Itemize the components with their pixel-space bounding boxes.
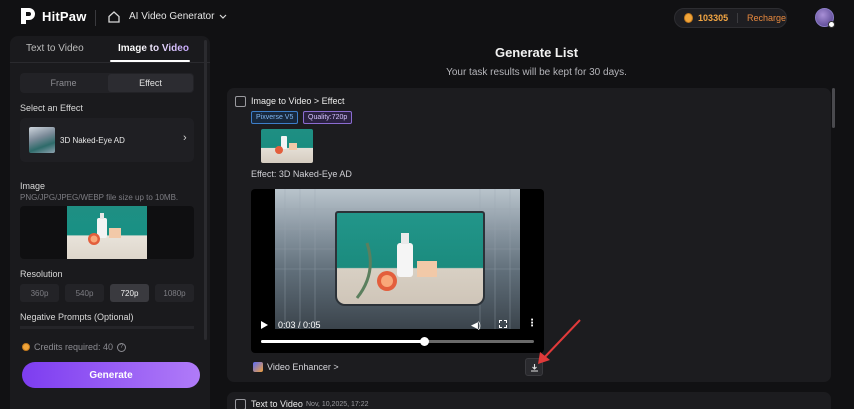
image-upload-area[interactable]: [20, 206, 194, 259]
video-time: 0:03 / 0:05: [278, 320, 321, 330]
source-image-thumbnail[interactable]: [261, 129, 313, 163]
home-icon[interactable]: [107, 10, 121, 24]
logo-text: HitPaw: [42, 8, 87, 24]
resolution-360p[interactable]: 360p: [20, 284, 59, 302]
recharge-link[interactable]: Recharge: [747, 13, 786, 23]
negative-prompts-input[interactable]: [20, 326, 194, 329]
credits-required-text: Credits required: 40: [34, 342, 114, 352]
hitpaw-logo-icon: [21, 8, 35, 24]
quality-badge: Quality:720p: [303, 111, 353, 124]
resolution-label: Resolution: [20, 269, 63, 279]
page-subtitle: Your task results will be kept for 30 da…: [446, 67, 627, 78]
image-to-video-icon: [235, 96, 246, 107]
uploaded-image-preview: [67, 206, 147, 259]
select-effect-label: Select an Effect: [20, 103, 83, 113]
effect-name: 3D Naked-Eye AD: [60, 136, 125, 145]
top-bar: HitPaw AI Video Generator 103305 Recharg…: [0, 0, 854, 36]
text-to-video-icon: [235, 399, 246, 409]
effect-selector[interactable]: 3D Naked-Eye AD ›: [20, 118, 194, 162]
video-controls: 0:03 / 0:05 ◀) ⋮: [251, 315, 544, 353]
task-timestamp: Nov, 10,2025, 17:22: [306, 401, 369, 408]
page-title: Generate List: [494, 45, 579, 60]
resolution-options: 360p 540p 720p 1080p: [20, 284, 194, 302]
video-progress-knob[interactable]: [420, 337, 430, 346]
effect-thumbnail: [29, 127, 55, 153]
annotation-arrow-icon: [538, 319, 581, 364]
model-badge: Pixverse V5: [251, 111, 299, 124]
task-effect: Effect: 3D Naked-Eye AD: [251, 169, 352, 179]
image-label: Image: [20, 181, 46, 191]
generate-button[interactable]: Generate: [22, 362, 200, 388]
volume-icon[interactable]: ◀): [471, 320, 481, 331]
play-icon[interactable]: [261, 321, 268, 329]
video-enhancer-icon: [253, 362, 263, 372]
product-bottle-icon: [275, 136, 297, 154]
image-hint: PNG/JPG/JPEG/WEBP file size up to 10MB.: [20, 193, 179, 202]
coin-icon: [22, 343, 30, 351]
video-player[interactable]: 0:03 / 0:05 ◀) ⋮: [251, 189, 544, 353]
task-title: Text to Video: [251, 399, 303, 409]
coin-icon: [684, 13, 694, 23]
negative-prompts-label: Negative Prompts (Optional): [20, 312, 134, 322]
mode-frame-button[interactable]: Frame: [20, 73, 107, 93]
list-scrollbar[interactable]: [832, 88, 835, 128]
mode-effect-button[interactable]: Effect: [108, 74, 193, 92]
resolution-540p[interactable]: 540p: [65, 284, 104, 302]
app-title: AI Video Generator: [129, 11, 215, 22]
resolution-720p[interactable]: 720p: [110, 284, 149, 302]
resolution-1080p[interactable]: 1080p: [155, 284, 194, 302]
tabs-divider: [10, 62, 210, 63]
task-card: Image to Video > Effect Pixverse V5 Qual…: [227, 88, 831, 382]
billboard-screen: [335, 211, 485, 306]
video-progress-fill: [261, 340, 425, 343]
avatar-badge-icon: [828, 21, 835, 28]
video-enhancer-link[interactable]: Video Enhancer >: [267, 362, 339, 372]
app-switcher[interactable]: AI Video Generator: [129, 11, 227, 22]
chevron-down-icon: [220, 14, 227, 19]
chevron-right-icon: ›: [183, 132, 187, 144]
tab-image-to-video-label: Image to Video: [118, 43, 189, 54]
product-bottle-icon: [88, 213, 121, 245]
header-divider: [95, 10, 96, 26]
credits-pill[interactable]: 103305 Recharge: [674, 8, 787, 28]
credits-required: Credits required: 40 ?: [22, 342, 127, 352]
task-title: Image to Video > Effect: [251, 96, 345, 106]
mode-segmented-control: Frame Effect: [20, 73, 194, 93]
product-bottle-icon: [355, 233, 437, 299]
logo[interactable]: HitPaw: [20, 7, 87, 25]
pill-divider: [737, 13, 738, 23]
panel-scrollbar[interactable]: [204, 40, 207, 340]
help-icon[interactable]: ?: [117, 342, 127, 352]
tab-text-to-video[interactable]: Text to Video: [26, 43, 84, 54]
video-progress-bar[interactable]: [261, 337, 534, 346]
settings-panel: Text to Video Image to Video Frame Effec…: [10, 36, 210, 409]
task-card: Text to Video Nov, 10,2025, 17:22: [227, 392, 831, 409]
fullscreen-icon[interactable]: [499, 320, 507, 328]
tab-image-to-video[interactable]: Image to Video: [118, 43, 189, 54]
credits-balance: 103305: [698, 13, 729, 23]
